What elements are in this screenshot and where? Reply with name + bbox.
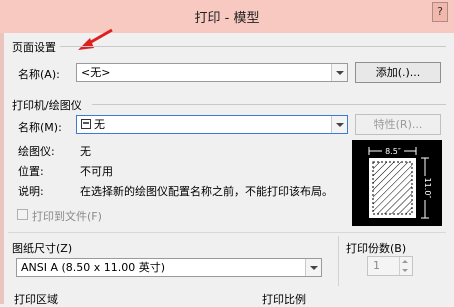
chevron-down-icon — [305, 259, 321, 276]
location-label: 位置: — [18, 165, 44, 178]
print-to-file-checkbox[interactable] — [17, 209, 28, 220]
location-value: 不可用 — [80, 165, 113, 178]
window-title: 打印 - 模型 — [194, 11, 260, 26]
page-setup-heading: 页面设置 — [12, 41, 56, 54]
copies-value: 1 — [373, 259, 380, 272]
spinner-arrows[interactable] — [399, 257, 412, 275]
printer-heading: 打印机/绘图仪 — [12, 99, 82, 112]
printer-properties-button[interactable]: 特性(R)... — [355, 114, 441, 135]
chevron-down-icon — [331, 116, 347, 133]
plot-area-heading: 打印区域 — [14, 293, 58, 306]
copies-label: 打印份数(B) — [346, 242, 407, 255]
description-value: 在选择新的绘图仪配置名称之前，不能打印该布局。 — [80, 185, 333, 198]
copies-divider — [338, 236, 339, 286]
paper-size-select[interactable]: ANSI A (8.50 x 11.00 英寸) — [16, 258, 322, 277]
preview-height-label: 11.0″ — [423, 178, 432, 199]
window-edge — [0, 0, 4, 304]
printer-name-select[interactable]: 无 — [76, 115, 348, 134]
printer-icon — [81, 119, 91, 129]
plot-scale-heading: 打印比例 — [262, 293, 306, 306]
page-setup-divider — [60, 46, 446, 47]
page-setup-name-value: <无> — [81, 66, 111, 79]
chevron-down-icon — [331, 64, 347, 81]
page-setup-name-label: 名称(A): — [18, 68, 60, 81]
title-bar: 打印 - 模型 ? — [0, 0, 454, 33]
help-button[interactable]: ? — [432, 2, 448, 22]
printer-name-label: 名称(M): — [18, 121, 62, 134]
printer-name-value: 无 — [94, 118, 105, 131]
preview-width-label: 8.5″ — [385, 147, 401, 156]
lower-divider — [8, 232, 446, 233]
spinner-up-icon — [402, 260, 408, 263]
paper-size-value: ANSI A (8.50 x 11.00 英寸) — [21, 261, 166, 274]
add-page-setup-button[interactable]: 添加(.)... — [355, 62, 441, 83]
copies-spinner[interactable]: 1 — [367, 256, 413, 276]
page-setup-name-select[interactable]: <无> — [76, 63, 348, 82]
plotter-value: 无 — [80, 145, 91, 158]
print-to-file-label: 打印到文件(F) — [32, 210, 102, 223]
paper-preview: 8.5″ 11.0″ — [352, 140, 442, 226]
paper-preview-graphic: 8.5″ 11.0″ — [368, 144, 432, 219]
plotter-label: 绘图仪: — [18, 145, 55, 158]
printer-divider — [92, 104, 446, 105]
red-arrow-annotation — [78, 28, 113, 50]
description-label: 说明: — [18, 185, 44, 198]
spinner-down-icon — [402, 269, 408, 272]
paper-size-heading: 图纸尺寸(Z) — [12, 242, 73, 255]
